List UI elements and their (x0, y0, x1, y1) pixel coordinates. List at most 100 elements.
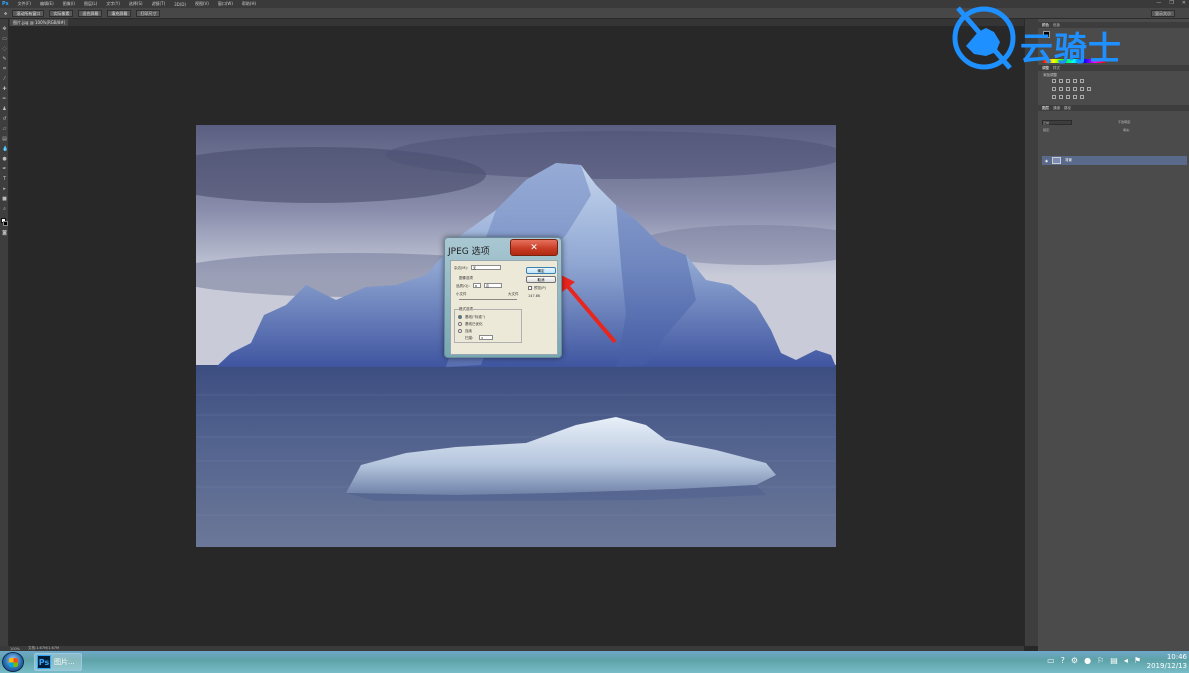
menu-help[interactable]: 帮助(H) (242, 1, 256, 7)
menu-type[interactable]: 文字(Y) (106, 1, 120, 7)
taskbar-photoshop-button[interactable]: Ps 图片... (34, 653, 82, 671)
large-file-label: 大文件 (508, 292, 519, 296)
background-color-swatch[interactable] (3, 221, 8, 226)
opacity-label: 不透明度: (1118, 120, 1132, 124)
move-tool-icon[interactable]: ✥ (2, 27, 7, 32)
quality-slider[interactable] (459, 299, 517, 300)
dialog-close-button[interactable]: ✕ (510, 239, 558, 256)
volume-icon[interactable]: ◂ (1124, 656, 1128, 665)
system-tray: ▭ ? ⚙ ● ⚐ ▤ ◂ ⚑ (1047, 656, 1141, 665)
menu-view[interactable]: 视图(V) (195, 1, 209, 7)
lock-label: 锁定: (1043, 128, 1051, 132)
quality-select[interactable]: 高 (484, 283, 502, 288)
adjustment-icons-row-1 (1052, 79, 1084, 83)
gradient-tool-icon[interactable]: ▤ (2, 137, 7, 142)
black-white-icon[interactable] (1066, 87, 1070, 91)
menu-select[interactable]: 选择(S) (129, 1, 143, 7)
menu-filter[interactable]: 滤镜(T) (152, 1, 166, 7)
tray-expand-icon[interactable]: ⚙ (1071, 656, 1078, 665)
curves-icon[interactable] (1066, 79, 1070, 83)
toolbox: ✥ ▭ ◌ ✎ ⌗ ⁄ ✚ ✏ ♟ ↺ ▱ ▤ 💧 ● ✒ T ▸ ■ ⌕ ◙ (0, 19, 9, 646)
format-progressive-radio[interactable] (458, 329, 462, 333)
eraser-tool-icon[interactable]: ▱ (2, 127, 7, 132)
format-baseline-label: 基线("标准") (465, 315, 485, 319)
matte-label: 杂边(M): (454, 266, 468, 270)
path-select-tool-icon[interactable]: ▸ (2, 187, 7, 192)
pen-tool-icon[interactable]: ✒ (2, 167, 7, 172)
ok-button[interactable]: 确定 (526, 267, 556, 274)
tab-layers[interactable]: 图层 (1042, 106, 1049, 111)
menu-window[interactable]: 窗口(W) (218, 1, 233, 7)
threshold-icon[interactable] (1066, 95, 1070, 99)
zoom-level[interactable]: 100% (10, 647, 20, 651)
tab-channels[interactable]: 通道 (1053, 106, 1060, 111)
windows-logo-icon (9, 658, 18, 667)
menu-edit[interactable]: 编辑(E) (40, 1, 54, 7)
color-balance-icon[interactable] (1059, 87, 1063, 91)
matte-select[interactable]: 无 (471, 265, 501, 270)
wechat-icon[interactable]: ● (1084, 656, 1091, 665)
type-tool-icon[interactable]: T (2, 177, 7, 182)
start-button[interactable] (2, 652, 24, 672)
blur-tool-icon[interactable]: 💧 (2, 147, 8, 152)
help-icon[interactable]: ? (1061, 656, 1065, 665)
quick-mask-icon[interactable]: ◙ (2, 231, 7, 236)
print-size-button[interactable]: 打印尺寸 (136, 9, 161, 17)
quick-select-tool-icon[interactable]: ✎ (2, 57, 7, 62)
format-optimized-label: 基线已优化 (465, 322, 483, 326)
tab-paths[interactable]: 路径 (1064, 106, 1071, 111)
menu-layer[interactable]: 图层(L) (84, 1, 97, 7)
quality-input[interactable]: 8 (473, 283, 481, 288)
scans-select[interactable]: 3 (479, 335, 493, 340)
photoshop-app-icon: Ps (37, 655, 51, 669)
hand-tool-icon: ✥ (4, 10, 8, 16)
exposure-icon[interactable] (1073, 79, 1077, 83)
clock[interactable]: 10:46 2019/12/13 (1147, 653, 1187, 671)
menu-file[interactable]: 文件(F) (18, 1, 31, 7)
photo-filter-icon[interactable] (1073, 87, 1077, 91)
selective-color-icon[interactable] (1080, 95, 1084, 99)
blend-mode-value: 正常 (1043, 121, 1050, 125)
keyboard-icon[interactable]: ▭ (1047, 656, 1055, 665)
zoom-tool-icon[interactable]: ⌕ (2, 207, 7, 212)
stamp-tool-icon[interactable]: ♟ (2, 107, 7, 112)
marquee-tool-icon[interactable]: ▭ (2, 37, 7, 42)
healing-tool-icon[interactable]: ✚ (2, 87, 7, 92)
actual-pixels-button[interactable]: 实际像素 (49, 9, 74, 17)
posterize-icon[interactable] (1059, 95, 1063, 99)
close-window-button[interactable]: ✕ (1182, 0, 1186, 6)
dodge-tool-icon[interactable]: ● (2, 157, 7, 162)
cancel-button[interactable]: 取消 (526, 276, 556, 283)
network-icon[interactable]: ▤ (1110, 656, 1118, 665)
brush-tool-icon[interactable]: ✏ (2, 97, 7, 102)
hue-saturation-icon[interactable] (1052, 87, 1056, 91)
levels-icon[interactable] (1059, 79, 1063, 83)
format-optimized-radio[interactable] (458, 322, 462, 326)
layer-thumbnail (1052, 157, 1062, 164)
history-brush-tool-icon[interactable]: ↺ (2, 117, 7, 122)
color-lookup-icon[interactable] (1087, 87, 1091, 91)
action-center-icon[interactable]: ⚑ (1134, 656, 1141, 665)
preview-checkbox[interactable] (528, 286, 532, 290)
shape-tool-icon[interactable]: ■ (2, 197, 7, 202)
blend-mode-select[interactable]: 正常 (1042, 120, 1072, 125)
layer-row-background[interactable]: ◉ 背景 (1042, 156, 1187, 165)
menu-3d[interactable]: 3D(D) (174, 2, 186, 7)
invert-icon[interactable] (1052, 95, 1056, 99)
fit-screen-button[interactable]: 适合屏幕 (78, 9, 103, 17)
eyedropper-tool-icon[interactable]: ⁄ (2, 77, 7, 82)
scroll-all-windows-checkbox[interactable]: 滚动所有窗口 (12, 9, 45, 17)
fill-screen-button[interactable]: 填充屏幕 (107, 9, 132, 17)
visibility-eye-icon[interactable]: ◉ (1045, 159, 1048, 163)
flag-icon[interactable]: ⚐ (1097, 656, 1104, 665)
brightness-icon[interactable] (1052, 79, 1056, 83)
lasso-tool-icon[interactable]: ◌ (2, 47, 7, 52)
format-baseline-radio[interactable] (458, 315, 462, 319)
document-tab-bar: 图片.jpg @ 100%(RGB/8#) (9, 19, 1024, 26)
crop-tool-icon[interactable]: ⌗ (2, 67, 7, 72)
menu-image[interactable]: 图像(I) (63, 1, 75, 7)
vibrance-icon[interactable] (1080, 79, 1084, 83)
channel-mixer-icon[interactable] (1080, 87, 1084, 91)
gradient-map-icon[interactable] (1073, 95, 1077, 99)
document-tab[interactable]: 图片.jpg @ 100%(RGB/8#) (10, 19, 69, 26)
